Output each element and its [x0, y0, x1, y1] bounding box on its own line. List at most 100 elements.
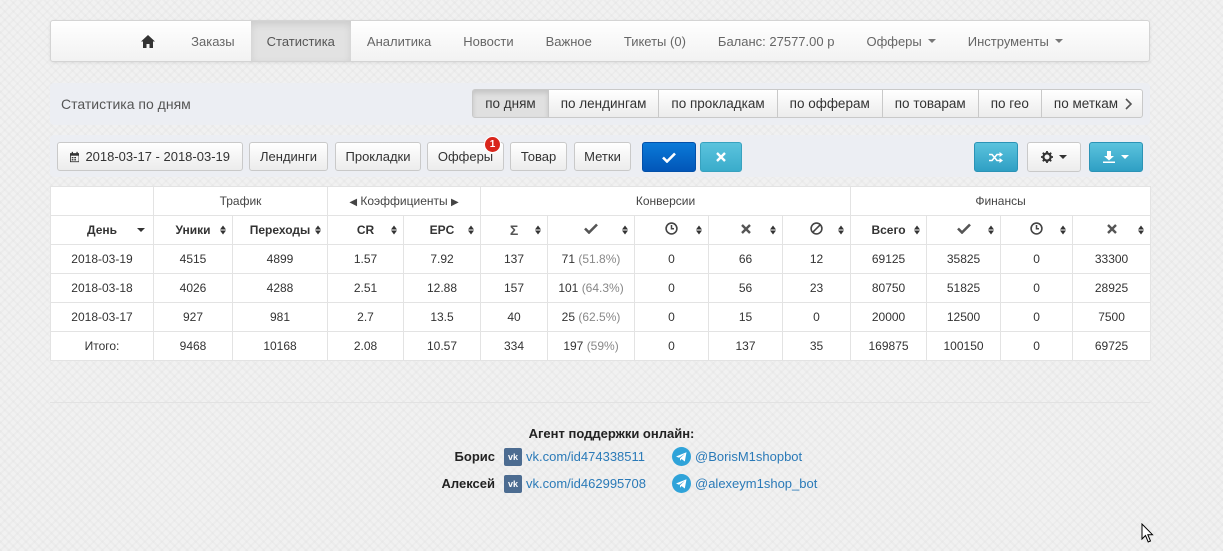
sort-desc-icon — [137, 228, 145, 232]
calendar-icon — [70, 151, 80, 162]
col-conv-rejected[interactable] — [708, 215, 784, 245]
col-fin-total[interactable]: Всего — [850, 215, 928, 245]
col-epc[interactable]: EPC — [402, 215, 482, 245]
tab-by-landings[interactable]: по лендингам — [547, 89, 660, 118]
apply-button[interactable] — [642, 142, 696, 172]
cell-fin-hold: 0 — [1000, 331, 1074, 361]
nav-orders[interactable]: Заказы — [175, 21, 250, 61]
cell-day: 2018-03-18 — [50, 273, 154, 303]
nav-news[interactable]: Новости — [447, 21, 529, 61]
sort-icon — [622, 225, 629, 235]
reset-button[interactable] — [700, 142, 742, 172]
cell-clicks: 981 — [232, 302, 328, 332]
gear-icon — [1041, 151, 1053, 163]
col-conv-hold[interactable] — [634, 215, 710, 245]
sort-icon — [1060, 225, 1067, 235]
offers-count-badge: 1 — [484, 136, 501, 153]
cell-fin-approved: 35825 — [926, 244, 1002, 274]
cell-conv-approved: 197 (59%) — [547, 331, 636, 361]
vk-icon: vk — [504, 447, 522, 466]
filter-landings-button[interactable]: Лендинги — [249, 142, 328, 171]
nav-home[interactable] — [121, 21, 175, 61]
cell-cr: 2.7 — [327, 302, 404, 332]
tab-by-days[interactable]: по дням — [472, 89, 549, 118]
col-clicks[interactable]: Переходы — [232, 215, 328, 245]
shuffle-button[interactable] — [974, 142, 1018, 172]
approved-count: 101 — [558, 281, 579, 295]
settings-dropdown[interactable] — [1027, 142, 1081, 172]
col-conv-trash[interactable] — [782, 215, 852, 245]
chevron-right-icon[interactable]: ▶ — [451, 197, 459, 208]
date-range-value: 2018-03-17 - 2018-03-19 — [85, 149, 230, 164]
tab-by-tags[interactable]: по меткам — [1040, 89, 1143, 118]
nav-balance[interactable]: Баланс: 27577.00 р — [702, 21, 851, 61]
cell-fin-total: 169875 — [850, 331, 928, 361]
col-fin-total-label: Всего — [871, 223, 906, 237]
filter-offers-button[interactable]: Офферы 1 — [427, 136, 504, 171]
download-icon — [1103, 151, 1115, 163]
cell-conv-rejected: 137 — [708, 331, 784, 361]
col-fin-hold[interactable] — [1000, 215, 1074, 245]
cell-conv-sum: 40 — [480, 302, 549, 332]
tab-by-prelandings[interactable]: по прокладкам — [658, 89, 778, 118]
shuffle-icon — [989, 151, 1003, 163]
ban-icon — [810, 222, 823, 235]
nav-offers-label: Офферы — [866, 33, 922, 49]
cell-epc: 12.88 — [402, 273, 482, 303]
cell-fin-total: 69125 — [850, 244, 928, 274]
export-dropdown[interactable] — [1089, 142, 1143, 172]
cell-clicks: 4288 — [232, 273, 328, 303]
col-cr[interactable]: CR — [327, 215, 404, 245]
vk-link[interactable]: vk.com/id462995708 — [526, 476, 672, 491]
table-group-header: Трафик ◀ Коэффициенты ▶ Конверсии Финанс… — [50, 186, 1152, 216]
nav-tickets[interactable]: Тикеты (0) — [608, 21, 702, 61]
col-conv-sum[interactable]: Σ — [480, 215, 549, 245]
cell-conv-approved: 25 (62.5%) — [547, 302, 636, 332]
cell-fin-hold: 0 — [1000, 244, 1074, 274]
sort-icon — [696, 225, 703, 235]
cell-conv-hold: 0 — [634, 302, 710, 332]
tab-by-products[interactable]: по товарам — [881, 89, 979, 118]
close-icon — [740, 224, 751, 234]
cell-conv-hold: 0 — [634, 244, 710, 274]
cell-fin-hold: 0 — [1000, 302, 1074, 332]
cell-uniques: 927 — [153, 302, 233, 332]
nav-tools-dropdown[interactable]: Инструменты — [952, 21, 1079, 61]
group-coefficients[interactable]: ◀ Коэффициенты ▶ — [326, 186, 482, 216]
cell-conv-sum: 137 — [480, 244, 549, 274]
chevron-right-icon — [1125, 97, 1133, 110]
group-coefficients-label: Коэффициенты — [360, 194, 448, 208]
top-navbar: Заказы Статистика Аналитика Новости Важн… — [50, 20, 1150, 62]
check-icon — [584, 223, 598, 235]
col-fin-approved[interactable] — [926, 215, 1002, 245]
approved-percent: (59%) — [586, 339, 619, 353]
filter-tags-button[interactable]: Метки — [574, 142, 631, 171]
col-day[interactable]: День — [50, 215, 154, 245]
clock-icon — [665, 222, 678, 235]
cell-conv-rejected: 15 — [708, 302, 784, 332]
tab-by-geo[interactable]: по гео — [977, 89, 1042, 118]
date-range-picker[interactable]: 2018-03-17 - 2018-03-19 — [57, 142, 243, 171]
tab-by-offers[interactable]: по офферам — [776, 89, 883, 118]
vk-link[interactable]: vk.com/id474338511 — [526, 449, 672, 464]
nav-important[interactable]: Важное — [530, 21, 608, 61]
nav-offers-dropdown[interactable]: Офферы — [850, 21, 951, 61]
telegram-link[interactable]: @BorisM1shopbot — [695, 449, 802, 464]
support-agent-row: Алексей vk vk.com/id462995708 @alexeym1s… — [435, 474, 817, 493]
table-column-header: День Уники Переходы CR EPC Σ Всего — [50, 215, 1152, 245]
chevron-left-icon[interactable]: ◀ — [349, 197, 357, 208]
nav-analytics[interactable]: Аналитика — [351, 21, 447, 61]
nav-statistics[interactable]: Статистика — [250, 21, 351, 61]
col-conv-approved[interactable] — [547, 215, 636, 245]
cell-conv-rejected: 56 — [708, 273, 784, 303]
col-uniques-label: Уники — [175, 223, 211, 237]
filter-prelandings-button[interactable]: Прокладки — [335, 142, 421, 171]
telegram-link[interactable]: @alexeym1shop_bot — [695, 476, 817, 491]
col-uniques[interactable]: Уники — [153, 215, 233, 245]
sort-icon — [468, 225, 475, 235]
group-finance: Финансы — [850, 186, 1152, 216]
cell-conv-approved: 71 (51.8%) — [547, 244, 636, 274]
filter-product-button[interactable]: Товар — [510, 142, 567, 171]
stats-mode-tabs: по дням по лендингам по прокладкам по оф… — [472, 89, 1143, 118]
col-fin-rejected[interactable] — [1072, 215, 1152, 245]
